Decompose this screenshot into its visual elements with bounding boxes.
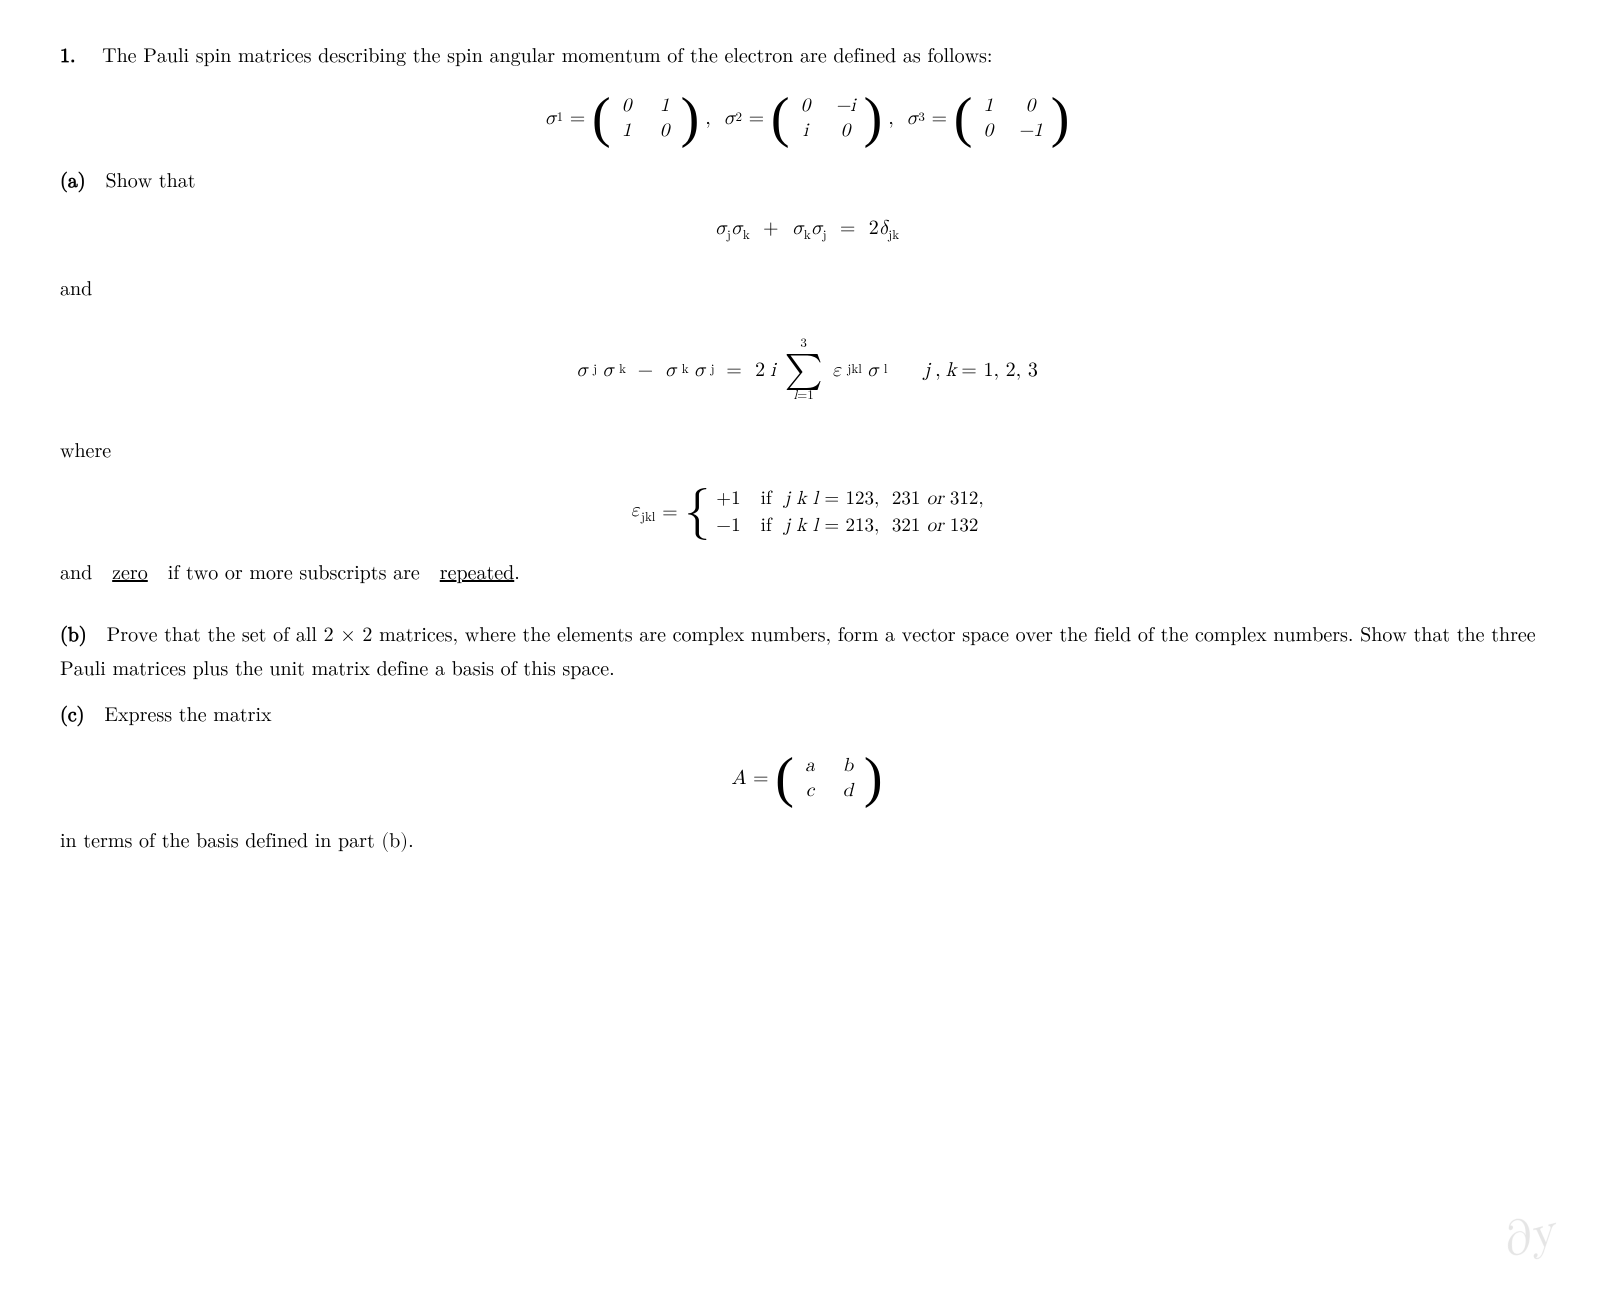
cell-2-1: 0 xyxy=(797,94,813,117)
paren-right-A: ) xyxy=(864,750,883,806)
part-c-text: Express the matrix xyxy=(104,705,271,725)
epsilon-definition: εjkl = { +1 if j k l = 123, 231 or 312, … xyxy=(60,486,1554,538)
cell-2-2: −i xyxy=(835,94,855,117)
comma-1: , xyxy=(705,106,711,130)
cell-3-1: 1 xyxy=(980,94,996,117)
watermark: ∂y xyxy=(1494,1202,1561,1272)
A-lhs: A xyxy=(731,766,746,790)
sum-lower: l=1 xyxy=(794,388,814,404)
sigma1-grid: 0 1 1 0 xyxy=(611,92,681,144)
paren-left-A: ( xyxy=(775,750,794,806)
sigma1-matrix: ( 0 1 1 0 ) xyxy=(592,90,699,146)
comma-2: , xyxy=(888,106,894,130)
intro-text: The Pauli spin matrices describing the s… xyxy=(102,46,992,66)
cell-3-4: −1 xyxy=(1018,119,1042,142)
part-b-label: (b) xyxy=(60,625,87,645)
cell-1-2: 1 xyxy=(657,94,673,117)
case2-value: −1 xyxy=(716,514,740,537)
cell-2-3: i xyxy=(797,119,813,142)
sigma1-label: σ xyxy=(545,106,557,130)
matrix-definitions-equation: σ1 = ( 0 1 1 0 ) , σ2 = ( 0 −i i 0 ) , σ… xyxy=(60,90,1554,146)
matrix-A-equation: A = ( a b c d ) xyxy=(60,750,1554,806)
paren-right-1: ) xyxy=(681,90,700,146)
period-1: . xyxy=(514,563,520,583)
sigma3-matrix: ( 1 0 0 −1 ) xyxy=(954,90,1070,146)
sum-sigma: ∑ xyxy=(785,352,823,388)
cases-row-1: +1 if j k l = 123, 231 or 312, xyxy=(716,487,983,510)
left-brace: { xyxy=(684,486,710,538)
part-a-intro: (a) Show that xyxy=(60,164,1554,198)
sigma2-sub: 2 xyxy=(735,110,742,126)
sigma3-sub: 3 xyxy=(918,110,925,126)
where-text: where xyxy=(60,434,1554,468)
repeated-text: repeated xyxy=(440,563,515,583)
cases-definition: { +1 if j k l = 123, 231 or 312, −1 if j… xyxy=(684,486,983,538)
and2-rest-text: if two or more subscripts are xyxy=(168,563,420,583)
paren-left-1: ( xyxy=(592,90,611,146)
case1-value: +1 xyxy=(716,487,740,510)
cell-1-4: 0 xyxy=(657,119,673,142)
paren-left-3: ( xyxy=(954,90,973,146)
cases-rows: +1 if j k l = 123, 231 or 312, −1 if j k… xyxy=(716,487,983,537)
problem-number: 1. xyxy=(60,46,76,66)
part-a-text: Show that xyxy=(105,171,195,191)
case1-condition: if j k l = 123, 231 or 312, xyxy=(761,487,984,510)
part-c-end-text: in terms of the basis defined in part (b… xyxy=(60,824,1554,858)
and-text-1: and xyxy=(60,272,1554,306)
equation-commutator: σjσk − σkσj = 2i 3 ∑ l=1 εjklσl j, k = 1… xyxy=(60,336,1554,404)
sum-upper: 3 xyxy=(800,336,807,352)
epsilon-lhs: εjkl xyxy=(630,498,655,526)
part-b-intro: (b) Prove that the set of all 2 × 2 matr… xyxy=(60,618,1554,686)
sigma2-label: σ xyxy=(723,106,735,130)
cell-3-2: 0 xyxy=(1018,94,1042,117)
zero-text: zero xyxy=(112,563,148,583)
cell-3-3: 0 xyxy=(980,119,996,142)
and-text-2: and xyxy=(60,563,92,583)
or-2: or xyxy=(927,516,944,535)
cell-A-3: c xyxy=(802,779,818,802)
paren-left-2: ( xyxy=(771,90,790,146)
part-a-label: (a) xyxy=(60,171,86,191)
sigma1-sub: 1 xyxy=(557,110,564,126)
sigma3-label: σ xyxy=(906,106,918,130)
cell-2-4: 0 xyxy=(835,119,855,142)
cell-1-3: 1 xyxy=(619,119,635,142)
cell-A-2: b xyxy=(840,754,856,777)
and-zero-text: and zero if two or more subscripts are r… xyxy=(60,556,1554,590)
equation-anticommutator: σjσk + σkσj = 2δjk xyxy=(60,216,1554,244)
summation-symbol: 3 ∑ l=1 xyxy=(785,336,823,404)
paren-right-3: ) xyxy=(1051,90,1070,146)
matrix-A-grid: a b c d xyxy=(794,752,864,804)
case2-condition: if j k l = 213, 321 or 132 xyxy=(761,514,979,537)
paren-right-2: ) xyxy=(864,90,883,146)
cell-A-4: d xyxy=(840,779,856,802)
cases-row-2: −1 if j k l = 213, 321 or 132 xyxy=(716,514,983,537)
part-c-intro: (c) Express the matrix xyxy=(60,698,1554,732)
part-c-label: (c) xyxy=(60,705,84,725)
part-b-text: Prove that the set of all 2 × 2 matrices… xyxy=(60,625,1536,679)
and-separator-1: and xyxy=(60,272,1554,306)
or-1: or xyxy=(927,489,944,508)
sigma3-grid: 1 0 0 −1 xyxy=(972,92,1050,144)
cell-1-1: 0 xyxy=(619,94,635,117)
matrix-A: ( a b c d ) xyxy=(775,750,882,806)
eq1-content: σjσk + σkσj = 2δjk xyxy=(715,216,899,244)
cell-A-1: a xyxy=(802,754,818,777)
sigma2-matrix: ( 0 −i i 0 ) xyxy=(771,90,882,146)
problem-intro: 1. The Pauli spin matrices describing th… xyxy=(60,40,1554,72)
eq2-content: σjσk − σkσj = 2i 3 ∑ l=1 εjklσl j, k = 1… xyxy=(576,336,1038,404)
sigma2-grid: 0 −i i 0 xyxy=(789,92,863,144)
